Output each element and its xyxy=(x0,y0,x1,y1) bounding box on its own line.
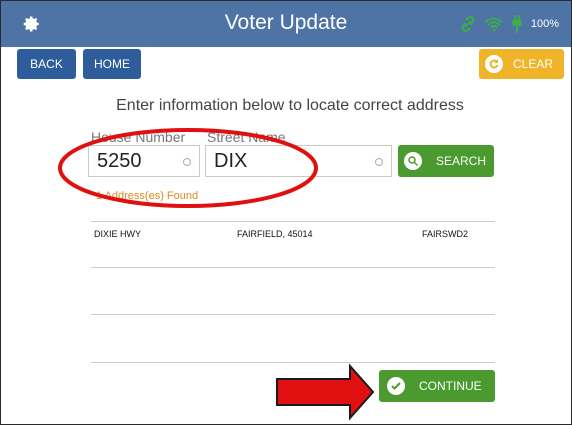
annotation-arrow xyxy=(276,363,375,421)
annotation-oval xyxy=(58,128,318,208)
annotation-overlay xyxy=(58,128,375,421)
